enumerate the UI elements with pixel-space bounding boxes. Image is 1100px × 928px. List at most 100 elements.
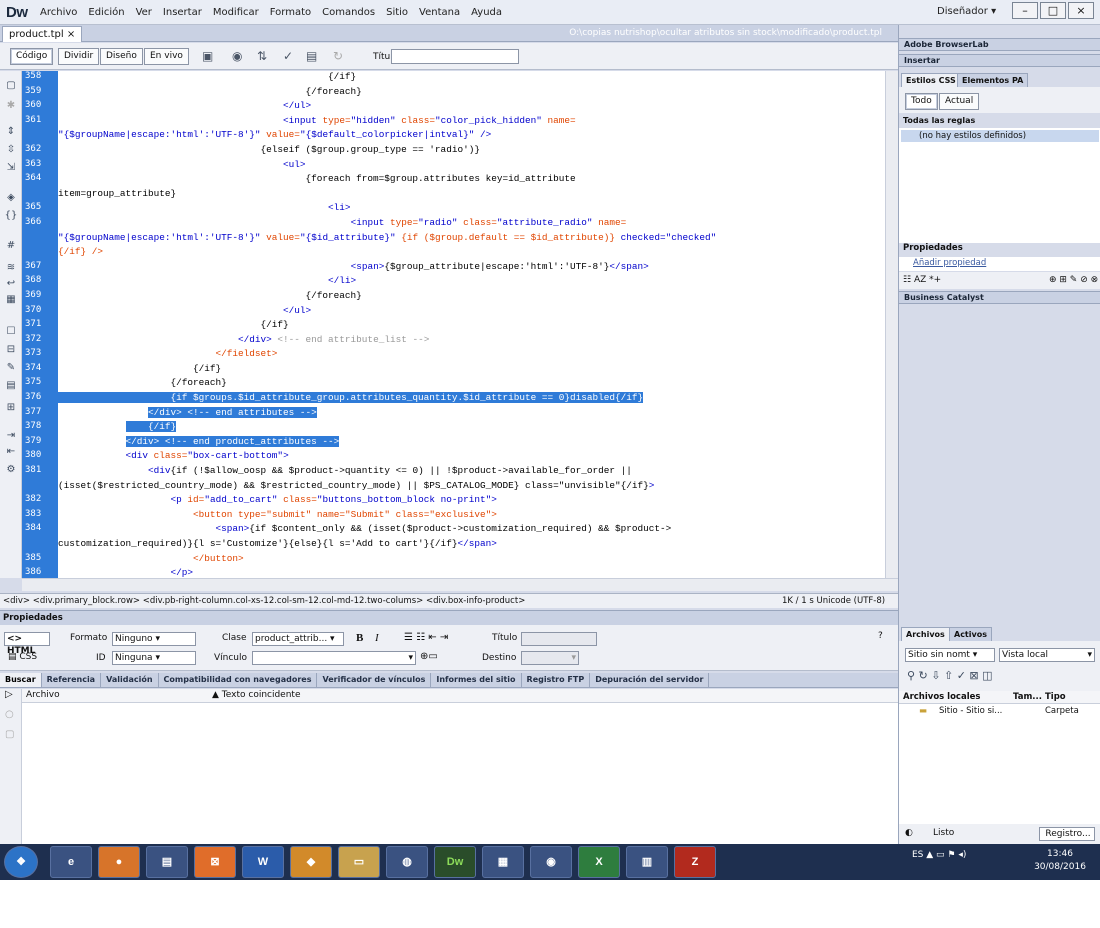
code-line[interactable]: {/foreach} (58, 377, 885, 392)
log-button[interactable]: Registro... (1039, 827, 1095, 841)
col-archivo[interactable]: Archivo (26, 689, 60, 702)
view-select[interactable]: Vista local ▾ (999, 648, 1095, 662)
business-catalyst-title[interactable]: Business Catalyst (899, 291, 1100, 304)
outdent-code-icon[interactable]: ⇤ (4, 445, 18, 459)
format-source-icon[interactable]: ⚙ (4, 463, 18, 477)
code-line[interactable]: {/foreach} (58, 86, 885, 101)
title-input[interactable] (391, 49, 519, 64)
code-line[interactable]: <input type="hidden" class="color_pick_h… (58, 115, 885, 130)
refresh-icon[interactable]: ↻ (333, 49, 343, 63)
tab-compatibilidad[interactable]: Compatibilidad con navegadores (159, 673, 318, 687)
code-line[interactable]: <span>{if $content_only && (isset($produ… (58, 523, 885, 538)
design-view-button[interactable]: Diseño (100, 48, 143, 65)
code-line[interactable]: item=group_attribute} (58, 188, 885, 203)
menu-modificar[interactable]: Modificar (213, 7, 259, 18)
code-line[interactable]: </p> (58, 567, 885, 578)
code-line[interactable]: <ul> (58, 159, 885, 174)
code-line[interactable]: </ul> (58, 305, 885, 320)
code-vertical-scrollbar[interactable] (885, 71, 898, 578)
tab-buscar[interactable]: Buscar (0, 673, 42, 687)
no-styles-item[interactable]: (no hay estilos definidos) (901, 130, 1099, 142)
code-line[interactable]: </div> <!-- end attributes --> (58, 406, 885, 422)
menu-ver[interactable]: Ver (136, 7, 152, 18)
tab-registro-ftp[interactable]: Registro FTP (522, 673, 591, 687)
menu-comandos[interactable]: Comandos (322, 7, 375, 18)
local-files-col[interactable]: Archivos locales (903, 691, 980, 703)
language-indicator[interactable]: ES (912, 850, 923, 860)
code-line[interactable]: {/foreach} (58, 290, 885, 305)
tab-referencia[interactable]: Referencia (42, 673, 102, 687)
code-line[interactable]: {foreach from=$group.attributes key=id_a… (58, 173, 885, 188)
save-report-icon[interactable]: ▢ (5, 729, 14, 740)
clock[interactable]: 13:46 30/08/2016 (1028, 848, 1092, 874)
explorer-icon[interactable]: ▤ (146, 846, 188, 878)
code-line[interactable]: <span>{$group_attribute|escape:'html':'U… (58, 261, 885, 276)
size-col[interactable]: Tam... (1013, 691, 1042, 703)
multiscreen-icon[interactable]: ▣ (202, 49, 213, 63)
wrap-tag-icon[interactable]: ✎ (4, 361, 18, 375)
code-line[interactable]: {if $groups.$id_attribute_group.attribut… (58, 392, 885, 407)
menu-edicion[interactable]: Edición (88, 7, 124, 18)
word-wrap-icon[interactable]: ↩ (4, 277, 18, 291)
site-row[interactable]: ▬ Sitio - Sitio si... Carpeta (899, 705, 1100, 718)
folder-taskbar-icon[interactable]: ▭ (338, 846, 380, 878)
pdf-icon[interactable]: ◆ (290, 846, 332, 878)
id-select[interactable]: Ninguna ▾ (112, 651, 196, 665)
cmd-icon[interactable]: ▦ (482, 846, 524, 878)
collapse-tag-icon[interactable]: ⇕ (4, 125, 18, 139)
tab-informes[interactable]: Informes del sitio (431, 673, 522, 687)
assets-tab[interactable]: Activos (949, 627, 992, 641)
menu-formato[interactable]: Formato (270, 7, 311, 18)
menu-sitio[interactable]: Sitio (386, 7, 408, 18)
apply-comment-icon[interactable]: ☐ (4, 325, 18, 339)
code-line[interactable]: <input type="radio" class="attribute_rad… (58, 217, 885, 232)
help-icon[interactable]: ? (878, 631, 883, 641)
document-tab[interactable]: product.tpl × (2, 26, 83, 42)
file-management-icon[interactable]: ⇅ (257, 49, 267, 63)
files-app-icon[interactable]: ▥ (626, 846, 668, 878)
link-input[interactable]: ▾ (252, 651, 416, 665)
code-line[interactable]: </button> (58, 553, 885, 568)
code-view-button[interactable]: Código (10, 48, 54, 65)
code-line[interactable]: </fieldset> (58, 348, 885, 363)
col-texto[interactable]: ▲ Texto coincidente (212, 689, 301, 702)
move-css-icon[interactable]: ⊞ (4, 401, 18, 415)
code-line[interactable]: "{$groupName|escape:'html':'UTF-8'}" val… (58, 129, 885, 144)
title-prop-input[interactable] (521, 632, 597, 646)
type-col[interactable]: Tipo (1045, 691, 1066, 703)
tab-close-icon[interactable]: × (67, 29, 75, 40)
menu-insertar[interactable]: Insertar (163, 7, 202, 18)
add-property-link[interactable]: Añadir propiedad (899, 257, 1100, 271)
code-line[interactable]: {/if} (58, 421, 885, 436)
code-line[interactable]: {/if} (58, 71, 885, 86)
syntax-coloring-icon[interactable]: ▦ (4, 293, 18, 307)
line-numbers-icon[interactable]: # (4, 239, 18, 253)
all-rules-button[interactable]: Todo (905, 93, 938, 110)
code-line[interactable]: (isset($restricted_country_mode) && $res… (58, 480, 885, 495)
xampp-icon[interactable]: ⊠ (194, 846, 236, 878)
stop-icon[interactable]: ○ (5, 709, 14, 720)
code-line[interactable]: </div> <!-- end attribute_list --> (58, 334, 885, 349)
menu-ventana[interactable]: Ventana (419, 7, 460, 18)
recent-snippets-icon[interactable]: ▤ (4, 379, 18, 393)
ap-elements-tab[interactable]: Elementos PA (957, 73, 1029, 87)
browserlab-panel-title[interactable]: Adobe BrowserLab (899, 38, 1100, 51)
visual-aids-icon[interactable]: ▤ (306, 49, 317, 63)
italic-button[interactable]: I (375, 632, 379, 644)
maximize-button[interactable]: □ (1040, 2, 1066, 19)
css-mode-button[interactable]: ▤ CSS (8, 652, 37, 662)
filezilla-icon[interactable]: Z (674, 846, 716, 878)
format-select[interactable]: Ninguno ▾ (112, 632, 196, 646)
preview-browser-icon[interactable]: ◉ (232, 49, 242, 63)
chrome-icon[interactable]: ◉ (530, 846, 572, 878)
code-line[interactable]: </div> <!-- end product_attributes --> (58, 435, 885, 451)
excel-icon[interactable]: X (578, 846, 620, 878)
open-documents-icon[interactable]: ▢ (4, 79, 18, 93)
code-line[interactable]: <div class="box-cart-bottom"> (58, 450, 885, 465)
point-to-file-icon[interactable]: ⊕▭ (420, 651, 438, 662)
category-view-icon[interactable]: ☷ (903, 275, 911, 285)
code-line[interactable]: {elseif ($group.group_type == 'radio')} (58, 144, 885, 159)
workspace-switcher[interactable]: Diseñador ▾ (937, 6, 996, 17)
remove-comment-icon[interactable]: ⊟ (4, 343, 18, 357)
live-view-button[interactable]: En vivo (144, 48, 189, 65)
